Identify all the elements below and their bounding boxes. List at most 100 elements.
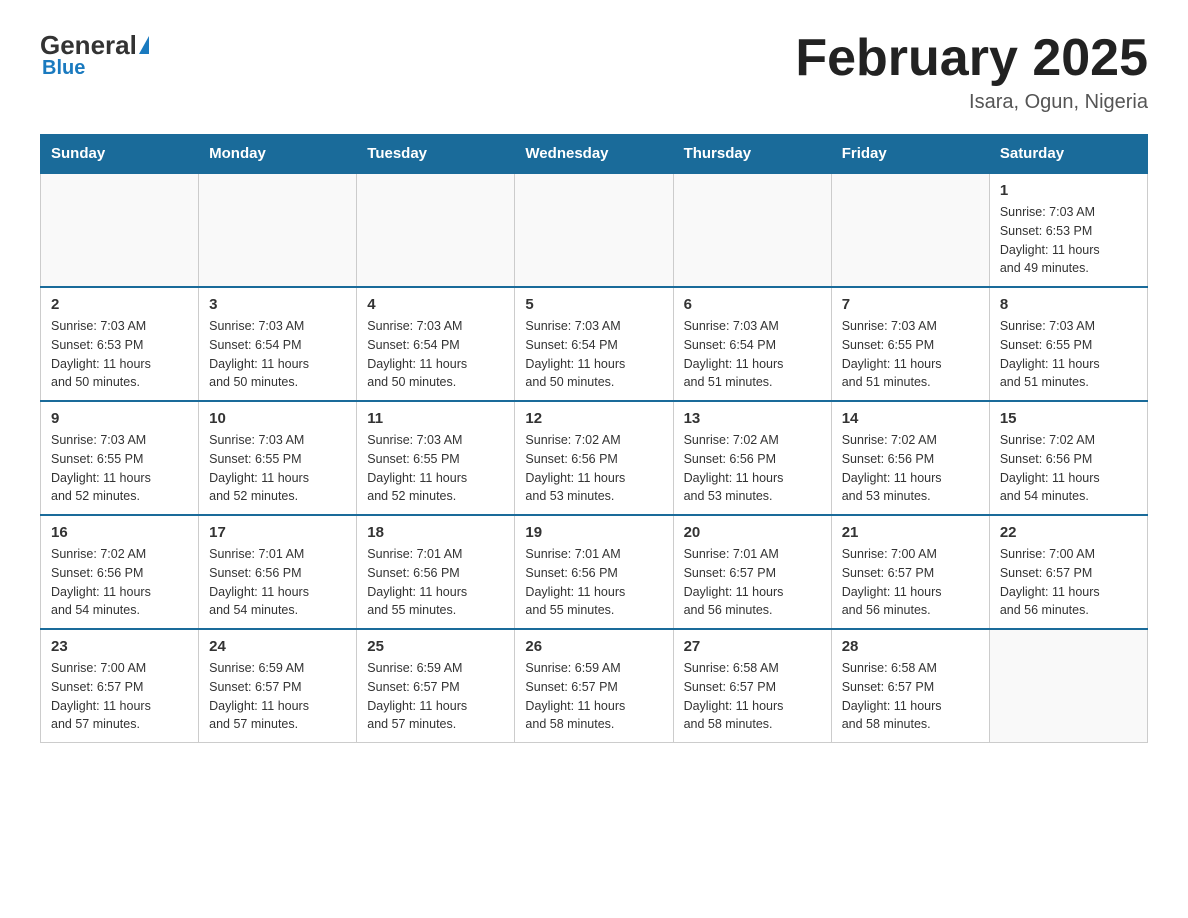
day-number: 14	[842, 410, 979, 427]
day-cell: 14 Sunrise: 7:02 AMSunset: 6:56 PMDayligh…	[831, 401, 989, 515]
day-info: Sunrise: 7:03 AMSunset: 6:55 PMDaylight:…	[367, 431, 504, 506]
day-cell: 23 Sunrise: 7:00 AMSunset: 6:57 PMDayligh…	[41, 629, 199, 743]
calendar-table: SundayMondayTuesdayWednesdayThursdayFrid…	[40, 134, 1148, 743]
day-number: 13	[684, 410, 821, 427]
day-number: 21	[842, 524, 979, 541]
day-number: 18	[367, 524, 504, 541]
day-info: Sunrise: 7:00 AMSunset: 6:57 PMDaylight:…	[842, 545, 979, 620]
day-cell: 21 Sunrise: 7:00 AMSunset: 6:57 PMDayligh…	[831, 515, 989, 629]
day-info: Sunrise: 6:59 AMSunset: 6:57 PMDaylight:…	[525, 659, 662, 734]
day-cell	[673, 173, 831, 287]
day-info: Sunrise: 7:01 AMSunset: 6:56 PMDaylight:…	[525, 545, 662, 620]
day-number: 24	[209, 638, 346, 655]
day-cell: 15 Sunrise: 7:02 AMSunset: 6:56 PMDayligh…	[989, 401, 1147, 515]
day-cell: 27 Sunrise: 6:58 AMSunset: 6:57 PMDayligh…	[673, 629, 831, 743]
day-number: 20	[684, 524, 821, 541]
day-info: Sunrise: 7:02 AMSunset: 6:56 PMDaylight:…	[842, 431, 979, 506]
day-number: 12	[525, 410, 662, 427]
calendar-subtitle: Isara, Ogun, Nigeria	[795, 91, 1148, 114]
day-number: 10	[209, 410, 346, 427]
day-number: 4	[367, 296, 504, 313]
day-cell: 4 Sunrise: 7:03 AMSunset: 6:54 PMDaylight…	[357, 287, 515, 401]
day-cell	[989, 629, 1147, 743]
day-info: Sunrise: 7:03 AMSunset: 6:54 PMDaylight:…	[684, 317, 821, 392]
day-cell: 8 Sunrise: 7:03 AMSunset: 6:55 PMDaylight…	[989, 287, 1147, 401]
day-info: Sunrise: 6:58 AMSunset: 6:57 PMDaylight:…	[842, 659, 979, 734]
day-number: 22	[1000, 524, 1137, 541]
day-info: Sunrise: 7:03 AMSunset: 6:54 PMDaylight:…	[209, 317, 346, 392]
title-area: February 2025 Isara, Ogun, Nigeria	[795, 30, 1148, 114]
day-cell	[515, 173, 673, 287]
day-number: 6	[684, 296, 821, 313]
day-info: Sunrise: 7:03 AMSunset: 6:54 PMDaylight:…	[367, 317, 504, 392]
day-info: Sunrise: 7:01 AMSunset: 6:56 PMDaylight:…	[209, 545, 346, 620]
day-info: Sunrise: 7:00 AMSunset: 6:57 PMDaylight:…	[1000, 545, 1137, 620]
day-cell: 28 Sunrise: 6:58 AMSunset: 6:57 PMDayligh…	[831, 629, 989, 743]
day-cell: 9Sunrise: 7:03 AMSunset: 6:55 PMDaylight…	[41, 401, 199, 515]
day-info: Sunrise: 7:01 AMSunset: 6:57 PMDaylight:…	[684, 545, 821, 620]
day-cell: 3 Sunrise: 7:03 AMSunset: 6:54 PMDaylight…	[199, 287, 357, 401]
day-info: Sunrise: 7:03 AMSunset: 6:55 PMDaylight:…	[1000, 317, 1137, 392]
day-info: Sunrise: 7:00 AMSunset: 6:57 PMDaylight:…	[51, 659, 188, 734]
day-cell: 25 Sunrise: 6:59 AMSunset: 6:57 PMDayligh…	[357, 629, 515, 743]
header-row: SundayMondayTuesdayWednesdayThursdayFrid…	[41, 135, 1148, 174]
day-number: 16	[51, 524, 188, 541]
day-info: Sunrise: 7:03 AMSunset: 6:55 PMDaylight:…	[842, 317, 979, 392]
day-number: 1	[1000, 182, 1137, 199]
week-row-3: 9Sunrise: 7:03 AMSunset: 6:55 PMDaylight…	[41, 401, 1148, 515]
day-cell	[199, 173, 357, 287]
day-cell	[831, 173, 989, 287]
day-cell: 1 Sunrise: 7:03 AMSunset: 6:53 PMDaylight…	[989, 173, 1147, 287]
week-row-5: 23 Sunrise: 7:00 AMSunset: 6:57 PMDayligh…	[41, 629, 1148, 743]
week-row-4: 16 Sunrise: 7:02 AMSunset: 6:56 PMDayligh…	[41, 515, 1148, 629]
day-number: 8	[1000, 296, 1137, 313]
day-cell: 12Sunrise: 7:02 AMSunset: 6:56 PMDayligh…	[515, 401, 673, 515]
calendar-title: February 2025	[795, 30, 1148, 87]
day-cell: 24 Sunrise: 6:59 AMSunset: 6:57 PMDayligh…	[199, 629, 357, 743]
day-number: 11	[367, 410, 504, 427]
day-info: Sunrise: 7:03 AMSunset: 6:53 PMDaylight:…	[1000, 203, 1137, 278]
day-cell: 2 Sunrise: 7:03 AMSunset: 6:53 PMDaylight…	[41, 287, 199, 401]
day-cell: 13 Sunrise: 7:02 AMSunset: 6:56 PMDayligh…	[673, 401, 831, 515]
day-info: Sunrise: 6:59 AMSunset: 6:57 PMDaylight:…	[367, 659, 504, 734]
day-info: Sunrise: 7:02 AMSunset: 6:56 PMDaylight:…	[684, 431, 821, 506]
day-cell: 16 Sunrise: 7:02 AMSunset: 6:56 PMDayligh…	[41, 515, 199, 629]
day-number: 2	[51, 296, 188, 313]
logo-blue: Blue	[42, 57, 85, 80]
day-info: Sunrise: 6:59 AMSunset: 6:57 PMDaylight:…	[209, 659, 346, 734]
day-cell: 11 Sunrise: 7:03 AMSunset: 6:55 PMDayligh…	[357, 401, 515, 515]
header-day-sunday: Sunday	[41, 135, 199, 174]
header-day-friday: Friday	[831, 135, 989, 174]
day-number: 27	[684, 638, 821, 655]
day-cell: 10 Sunrise: 7:03 AMSunset: 6:55 PMDayligh…	[199, 401, 357, 515]
day-cell: 18 Sunrise: 7:01 AMSunset: 6:56 PMDayligh…	[357, 515, 515, 629]
day-number: 23	[51, 638, 188, 655]
day-info: Sunrise: 7:03 AMSunset: 6:55 PMDaylight:…	[51, 431, 188, 506]
week-row-2: 2 Sunrise: 7:03 AMSunset: 6:53 PMDaylight…	[41, 287, 1148, 401]
day-number: 3	[209, 296, 346, 313]
day-number: 26	[525, 638, 662, 655]
day-info: Sunrise: 7:01 AMSunset: 6:56 PMDaylight:…	[367, 545, 504, 620]
day-info: Sunrise: 7:03 AMSunset: 6:54 PMDaylight:…	[525, 317, 662, 392]
header-day-thursday: Thursday	[673, 135, 831, 174]
day-info: Sunrise: 7:03 AMSunset: 6:55 PMDaylight:…	[209, 431, 346, 506]
header-day-tuesday: Tuesday	[357, 135, 515, 174]
logo: General Blue	[40, 30, 149, 80]
day-info: Sunrise: 7:02 AMSunset: 6:56 PMDaylight:…	[1000, 431, 1137, 506]
header-day-saturday: Saturday	[989, 135, 1147, 174]
day-number: 15	[1000, 410, 1137, 427]
day-cell: 17Sunrise: 7:01 AMSunset: 6:56 PMDayligh…	[199, 515, 357, 629]
day-cell: 19 Sunrise: 7:01 AMSunset: 6:56 PMDayligh…	[515, 515, 673, 629]
day-cell: 22 Sunrise: 7:00 AMSunset: 6:57 PMDayligh…	[989, 515, 1147, 629]
day-cell: 20 Sunrise: 7:01 AMSunset: 6:57 PMDayligh…	[673, 515, 831, 629]
day-number: 19	[525, 524, 662, 541]
day-number: 25	[367, 638, 504, 655]
day-cell: 7Sunrise: 7:03 AMSunset: 6:55 PMDaylight…	[831, 287, 989, 401]
day-number: 28	[842, 638, 979, 655]
day-info: Sunrise: 6:58 AMSunset: 6:57 PMDaylight:…	[684, 659, 821, 734]
logo-triangle-icon	[139, 36, 149, 54]
day-info: Sunrise: 7:02 AMSunset: 6:56 PMDaylight:…	[51, 545, 188, 620]
day-info: Sunrise: 7:03 AMSunset: 6:53 PMDaylight:…	[51, 317, 188, 392]
day-cell	[41, 173, 199, 287]
day-cell: 26 Sunrise: 6:59 AMSunset: 6:57 PMDayligh…	[515, 629, 673, 743]
